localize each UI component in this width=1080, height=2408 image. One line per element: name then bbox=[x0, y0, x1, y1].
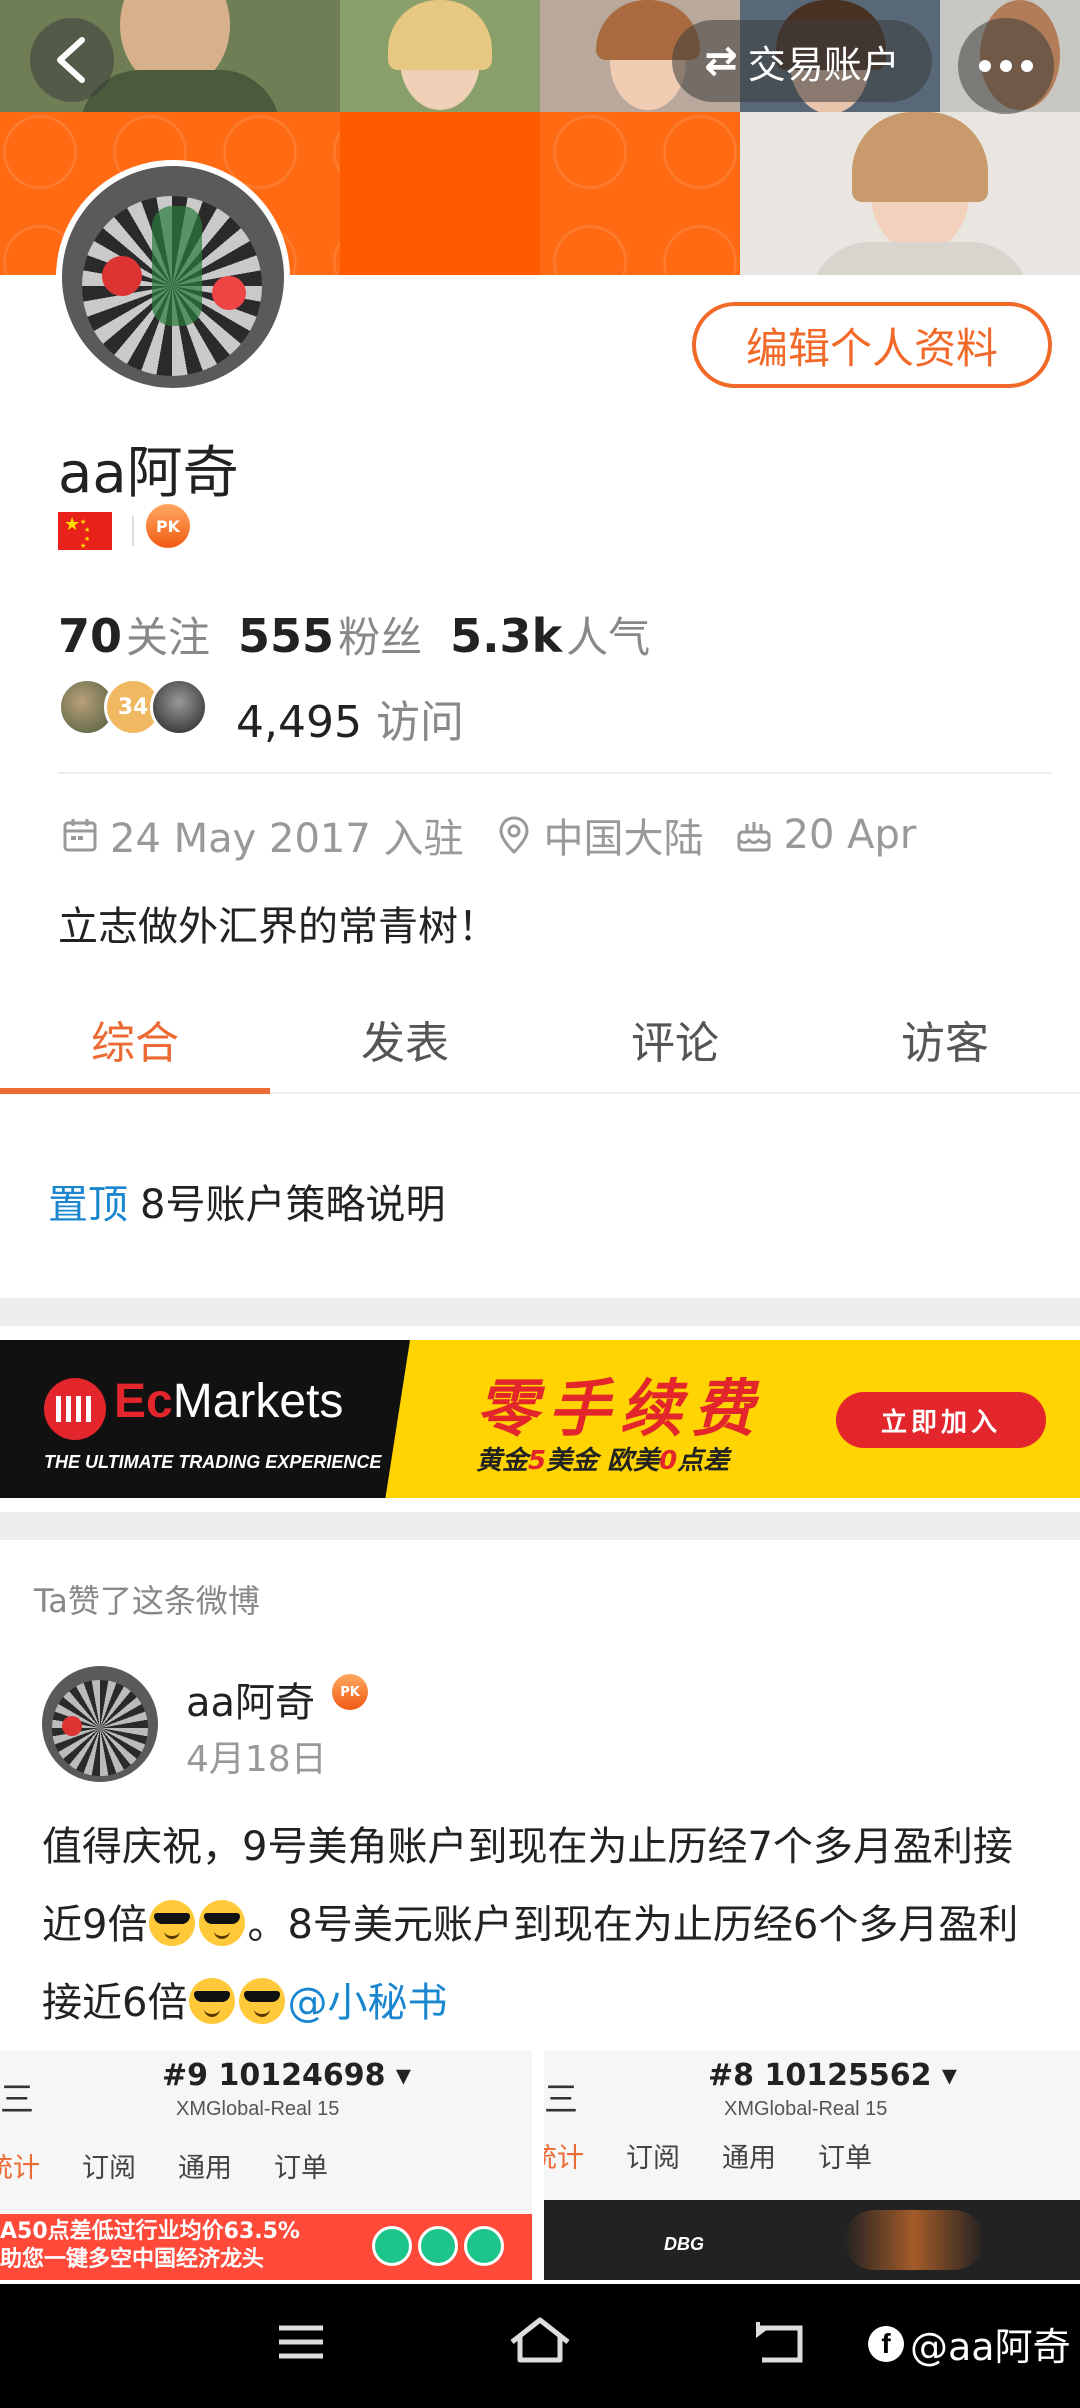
more-options-button[interactable] bbox=[958, 18, 1054, 114]
home-icon[interactable] bbox=[508, 2312, 572, 2376]
back-arrow-icon bbox=[57, 37, 85, 83]
ad-tagline: THE ULTIMATE TRADING EXPERIENCE bbox=[44, 1452, 382, 1472]
post-image-2[interactable]: 三 #8 10125562 ▾ XMGlobal-Real 15 统计 订阅 通… bbox=[544, 2050, 1080, 2280]
cool-sunglasses-emoji-icon bbox=[239, 1978, 286, 2024]
profile-meta: 24 May 2017 入驻 中国大陆 20 Apr bbox=[58, 806, 916, 864]
calendar-icon bbox=[58, 817, 102, 853]
edit-profile-button[interactable]: 编辑个人资料 bbox=[692, 302, 1052, 388]
cool-sunglasses-emoji-icon bbox=[149, 1900, 196, 1946]
back-nav-icon[interactable] bbox=[752, 2312, 806, 2376]
thumb-account-title: #9 10124698 ▾ bbox=[162, 2058, 411, 2093]
ad-join-button[interactable]: 立即加入 bbox=[836, 1392, 1046, 1448]
badge-divider bbox=[132, 516, 134, 546]
down-arrow-icon bbox=[418, 2226, 458, 2266]
cover-photo-6 bbox=[740, 112, 1080, 275]
location-pin-icon bbox=[492, 815, 536, 855]
profile-divider bbox=[58, 772, 1052, 774]
post-image-1[interactable]: 三 #9 10124698 ▾ XMGlobal-Real 15 统计 订阅 通… bbox=[0, 2050, 532, 2280]
thumb-ad: DBG bbox=[544, 2200, 1080, 2280]
trading-account-switch-button[interactable]: ⇄ 交易账户 bbox=[672, 20, 932, 102]
birthday-text: 20 Apr bbox=[783, 812, 917, 858]
thumb-tabs: 统计 订阅 通用 订单 bbox=[0, 2153, 328, 2184]
post-body[interactable]: 值得庆祝，9号美角账户到现在为止历经7个多月盈利接近9倍 。8号美元账户到现在为止… bbox=[42, 1808, 1042, 2042]
facebook-icon: f bbox=[868, 2325, 904, 2362]
dollar-icon bbox=[372, 2226, 412, 2266]
ad-headline: 零手续费 bbox=[476, 1372, 765, 1445]
cool-sunglasses-emoji-icon bbox=[199, 1900, 246, 1946]
visit-count: 4,495 访问 bbox=[236, 697, 464, 748]
pk-badge-icon: PK bbox=[332, 1674, 368, 1710]
recent-apps-menu-icon[interactable] bbox=[276, 2312, 326, 2376]
post-author-name[interactable]: aa阿奇 bbox=[186, 1670, 315, 1728]
stat-followers[interactable]: 555粉丝 bbox=[238, 604, 422, 665]
switch-arrows-icon: ⇄ bbox=[704, 38, 738, 84]
section-separator bbox=[0, 1512, 1080, 1540]
pinned-post[interactable]: 置顶 8号账户策略说明 bbox=[48, 1172, 445, 1230]
profile-avatar[interactable] bbox=[56, 160, 290, 394]
liked-post-label: Ta赞了这条微博 bbox=[34, 1582, 260, 1620]
post-date: 4月18日 bbox=[186, 1739, 327, 1780]
thumb-ad: A50点差低过行业均价63.5% 助您一键多空中国经济龙头 bbox=[0, 2214, 532, 2280]
thumb-account-title: #8 10125562 ▾ bbox=[708, 2058, 957, 2093]
location-text: 中国大陆 bbox=[543, 816, 704, 862]
section-separator bbox=[0, 1298, 1080, 1326]
stat-following[interactable]: 70关注 bbox=[58, 604, 210, 665]
more-dot-icon bbox=[979, 60, 991, 72]
trading-account-label: 交易账户 bbox=[747, 42, 900, 87]
china-flag-icon: ★ ★ ★ ★ ★ bbox=[58, 512, 112, 550]
cool-sunglasses-emoji-icon bbox=[189, 1978, 236, 2024]
thumb-tabs: 统计 订阅 通用 订单 bbox=[544, 2143, 872, 2174]
stat-popularity[interactable]: 5.3k人气 bbox=[450, 604, 650, 665]
watermark: f @aa阿奇 bbox=[868, 2316, 1071, 2371]
pinned-tag: 置顶 bbox=[48, 1182, 128, 1228]
tab-overview[interactable]: 综合 bbox=[0, 986, 270, 1094]
recent-visitors-avatars[interactable]: 34 bbox=[58, 678, 208, 736]
back-button[interactable] bbox=[30, 18, 114, 102]
pinned-title: 8号账户策略说明 bbox=[140, 1182, 446, 1228]
tab-posts[interactable]: 发表 bbox=[270, 986, 540, 1092]
post-author-avatar[interactable] bbox=[42, 1666, 158, 1782]
joined-date: 24 May 2017 入驻 bbox=[110, 816, 464, 862]
menu-icon: 三 bbox=[0, 2080, 34, 2120]
profile-bio: 立志做外汇界的常青树！ bbox=[58, 904, 498, 950]
birthday-cake-icon bbox=[732, 816, 776, 854]
menu-icon: 三 bbox=[544, 2080, 578, 2120]
cover-photo-2 bbox=[340, 0, 540, 112]
thumb-server: XMGlobal-Real 15 bbox=[724, 2098, 888, 2120]
up-arrow-icon bbox=[464, 2226, 504, 2266]
dbg-logo: DBG bbox=[664, 2234, 704, 2254]
ad-subline: 黄金5美金 欧美0点差 bbox=[476, 1446, 730, 1476]
thumb-server: XMGlobal-Real 15 bbox=[176, 2098, 340, 2120]
mention-link[interactable]: @小秘书 bbox=[287, 1980, 447, 2026]
profile-username: aa阿奇 bbox=[58, 441, 239, 506]
pk-badge-icon[interactable]: PK bbox=[146, 504, 190, 548]
ecmarkets-ad-banner[interactable]: EcMarkets THE ULTIMATE TRADING EXPERIENC… bbox=[0, 1340, 1080, 1498]
profile-tabs: 综合 发表 评论 访客 bbox=[0, 986, 1080, 1094]
visitor-avatar bbox=[150, 678, 208, 736]
tab-comments[interactable]: 评论 bbox=[540, 986, 810, 1092]
tab-visitors[interactable]: 访客 bbox=[810, 986, 1080, 1092]
profile-stats: 70关注 555粉丝 5.3k人气 bbox=[58, 604, 650, 665]
ad-brand-name: EcMarkets bbox=[114, 1375, 344, 1428]
